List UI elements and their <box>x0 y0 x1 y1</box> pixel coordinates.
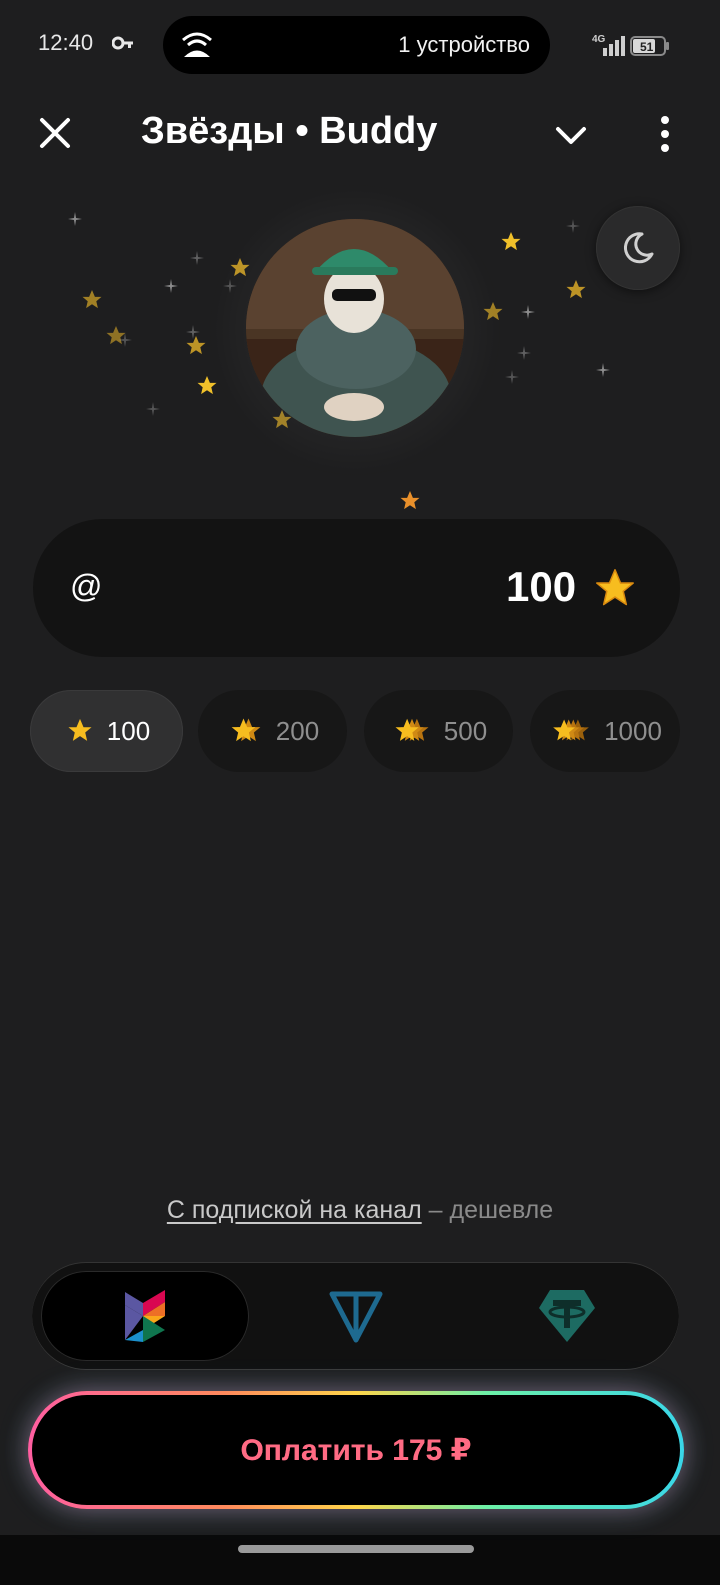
chip-label: 1000 <box>604 716 662 746</box>
chip-label: 500 <box>443 716 488 746</box>
status-time: 12:40 <box>38 30 94 55</box>
stars-amount: 100 <box>506 563 577 610</box>
page-title: Звёзды • Buddy <box>141 110 438 152</box>
chip-500[interactable]: 500 <box>364 690 513 772</box>
chip-200[interactable]: 200 <box>198 690 347 772</box>
chip-label: 200 <box>275 716 320 746</box>
payment-method-ton[interactable] <box>252 1271 460 1361</box>
subscription-promo: С подпиской на канал – дешевле <box>0 1196 720 1225</box>
ton-icon <box>329 1291 383 1343</box>
signal-icon: 4G <box>590 32 626 63</box>
promo-suffix: – дешевле <box>428 1196 554 1224</box>
chip-1000[interactable]: 1000 <box>530 690 680 772</box>
triple-star-icon <box>395 718 429 741</box>
hotspot-devices-label: 1 устройство <box>398 32 530 57</box>
star-icon <box>592 566 638 617</box>
svg-text:4G: 4G <box>592 34 606 45</box>
avatar <box>246 219 464 437</box>
chevron-down-icon <box>556 127 586 144</box>
double-star-icon <box>231 718 261 742</box>
close-icon <box>40 118 70 148</box>
dynamic-island[interactable]: 1 устройство <box>163 16 550 74</box>
sbp-icon <box>125 1290 165 1342</box>
theme-toggle-button[interactable] <box>596 206 680 290</box>
collapse-button[interactable] <box>550 116 592 156</box>
moon-icon <box>623 232 654 264</box>
username-prefix: @ <box>70 568 103 604</box>
pay-button-inner: Оплатить 175 ₽ <box>32 1395 680 1505</box>
quad-star-icon <box>553 719 589 741</box>
payment-method-sbp[interactable] <box>41 1271 249 1361</box>
home-indicator[interactable] <box>238 1545 474 1553</box>
recipient-amount-field[interactable] <box>33 519 680 657</box>
battery-icon: 51 <box>630 36 670 61</box>
chip-label: 100 <box>106 716 151 746</box>
chip-100[interactable]: 100 <box>30 690 183 772</box>
system-nav-bar <box>0 1535 720 1585</box>
vpn-key-icon <box>111 36 134 55</box>
subscription-link[interactable]: С подпиской на канал <box>167 1196 422 1224</box>
star-icon <box>68 718 92 741</box>
hotspot-icon <box>180 30 214 63</box>
pay-button[interactable]: Оплатить 175 ₽ <box>28 1391 684 1509</box>
tether-icon <box>539 1290 595 1342</box>
pay-button-label: Оплатить 175 ₽ <box>240 1433 472 1467</box>
more-options-button[interactable] <box>650 112 680 156</box>
more-vertical-icon <box>661 116 669 152</box>
battery-level: 51 <box>640 40 654 54</box>
close-button[interactable] <box>36 114 76 154</box>
payment-method-tether[interactable] <box>463 1271 671 1361</box>
